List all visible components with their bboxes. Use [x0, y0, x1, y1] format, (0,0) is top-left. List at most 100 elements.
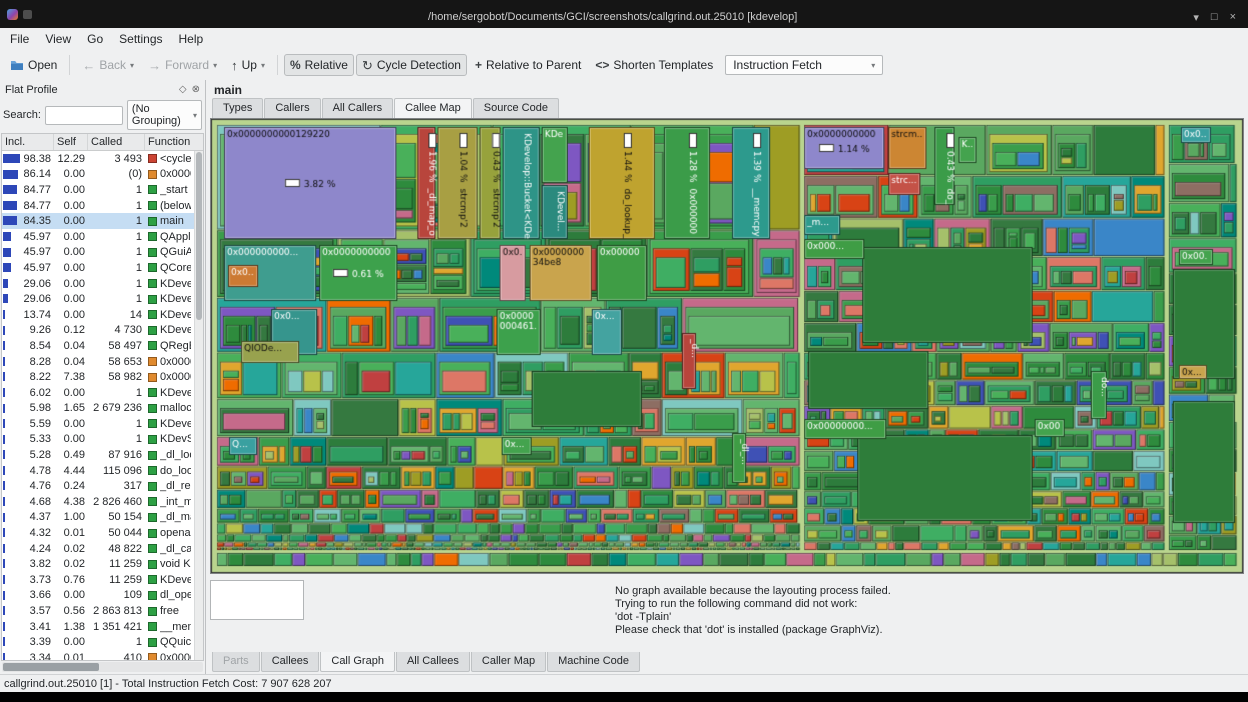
- table-row[interactable]: 5.28 0.49 87 916_dl_lookup...: [2, 447, 194, 463]
- function-icon: [148, 279, 157, 289]
- menu-help[interactable]: Help: [171, 29, 212, 49]
- table-row[interactable]: 3.82 0.02 11 259void KDev...: [2, 556, 194, 572]
- flat-profile-panel: Flat Profile ◇ ⊗ Search: (No Grouping) ▾…: [0, 80, 206, 674]
- table-row[interactable]: 3.57 0.56 2 863 813 free: [2, 603, 194, 619]
- table-row[interactable]: 5.33 0.00 1KDevSplasl...: [2, 432, 194, 448]
- self-cell: 0.00: [63, 230, 85, 243]
- up-dropdown-icon[interactable]: ▾: [261, 61, 265, 70]
- search-input[interactable]: [44, 105, 123, 125]
- tab-callee-map[interactable]: Callee Map: [394, 98, 472, 118]
- menu-settings[interactable]: Settings: [111, 29, 170, 49]
- selected-function-title: main: [214, 83, 243, 97]
- table-row[interactable]: 5.59 0.00 1KDevelop::...: [2, 416, 194, 432]
- close-icon[interactable]: ×: [1230, 11, 1236, 24]
- up-button[interactable]: ↑ Up ▾: [225, 54, 271, 76]
- tab-caller-map[interactable]: Caller Map: [470, 652, 547, 672]
- function-icon: [148, 590, 157, 600]
- table-row[interactable]: 45.97 0.00 1QGuiApplic...: [2, 245, 194, 261]
- tab-types[interactable]: Types: [212, 98, 264, 118]
- table-row[interactable]: 4.68 4.38 2 826 460_int_mallo...: [2, 494, 194, 510]
- tab-source-code[interactable]: Source Code: [472, 98, 559, 118]
- table-row[interactable]: 6.02 0.00 1KDevelop::...: [2, 385, 194, 401]
- function-icon: [148, 294, 157, 304]
- table-row[interactable]: 86.14 0.00 (0)0x0000000...: [2, 167, 194, 183]
- table-row[interactable]: 13.74 0.00 14KDevelop::...: [2, 307, 194, 323]
- forward-button[interactable]: → Forward ▾: [142, 54, 223, 76]
- relative-to-parent-button[interactable]: + Relative to Parent: [469, 54, 587, 76]
- self-cell: 0.00: [63, 183, 85, 196]
- table-row[interactable]: 8.22 7.38 58 9820x0000000...: [2, 369, 194, 385]
- tab-all-callers[interactable]: All Callers: [321, 98, 394, 118]
- table-row[interactable]: 8.28 0.04 58 6530x0000000...: [2, 354, 194, 370]
- menu-go[interactable]: Go: [79, 29, 111, 49]
- self-cell: 1.65: [63, 402, 85, 415]
- tab-call-graph[interactable]: Call Graph: [320, 652, 395, 672]
- tab-all-callees[interactable]: All Callees: [395, 652, 470, 672]
- self-cell: 0.00: [63, 417, 85, 430]
- table-row[interactable]: 4.37 1.00 50 154_dl_map_o...: [2, 510, 194, 526]
- event-type-combobox[interactable]: Instruction Fetch ▾: [725, 55, 884, 75]
- float-panel-icon[interactable]: ◇: [179, 84, 187, 95]
- menu-view[interactable]: View: [37, 29, 79, 49]
- column-header-incl[interactable]: Incl.: [2, 134, 54, 150]
- table-row[interactable]: 45.97 0.00 1QCoreAppl...: [2, 260, 194, 276]
- self-cell: 0.76: [63, 573, 85, 586]
- self-cell: 7.38: [63, 371, 85, 384]
- table-row[interactable]: 8.54 0.04 58 497QRegExp::...: [2, 338, 194, 354]
- table-row[interactable]: 84.77 0.00 1 _start: [2, 182, 194, 198]
- cycle-detection-toggle-button[interactable]: ↻ Cycle Detection: [355, 54, 467, 76]
- minimize-icon[interactable]: ▾: [1193, 11, 1199, 24]
- column-header-self[interactable]: Self: [54, 134, 88, 150]
- back-button[interactable]: ← Back ▾: [76, 54, 140, 76]
- table-row[interactable]: 3.66 0.00 109dl_open_w...: [2, 588, 194, 604]
- table-row[interactable]: 3.39 0.00 1QQuickVie...: [2, 634, 194, 650]
- table-row[interactable]: 9.26 0.12 4 730KDevelop::...: [2, 323, 194, 339]
- function-cell: malloc: [145, 401, 194, 417]
- close-panel-icon[interactable]: ⊗: [192, 84, 200, 95]
- table-row[interactable]: 4.32 0.01 50 044openaux: [2, 525, 194, 541]
- table-row[interactable]: 29.06 0.00 1KDevelop::...: [2, 291, 194, 307]
- column-header-function[interactable]: Function: [145, 134, 203, 150]
- scrollbar-thumb[interactable]: [3, 663, 99, 671]
- table-row[interactable]: 4.24 0.02 48 822_dl_catch_...: [2, 541, 194, 557]
- table-row[interactable]: 3.41 1.38 1 351 421__memcpy...: [2, 619, 194, 635]
- called-cell: 1: [135, 230, 142, 243]
- table-row[interactable]: 5.98 1.65 2 679 236 malloc: [2, 401, 194, 417]
- forward-dropdown-icon[interactable]: ▾: [213, 61, 217, 70]
- vertical-scrollbar[interactable]: [194, 151, 203, 660]
- grouping-combobox[interactable]: (No Grouping) ▾: [126, 100, 202, 130]
- open-button[interactable]: Open: [4, 54, 63, 76]
- window-titlebar[interactable]: /home/sergobot/Documents/GCI/screenshots…: [0, 0, 1248, 28]
- self-cell: 12.29: [57, 152, 85, 165]
- incl-cell: 86.14: [2, 167, 54, 183]
- table-row[interactable]: 3.34 0.01 4100x0000000...: [2, 650, 194, 660]
- function-icon: [148, 575, 157, 585]
- function-icon: [148, 388, 157, 398]
- relative-toggle-button[interactable]: % Relative: [283, 54, 354, 76]
- horizontal-scrollbar[interactable]: [2, 662, 203, 672]
- table-row[interactable]: 4.78 4.44 115 096do_lookup...: [2, 463, 194, 479]
- function-cell: _dl_lookup...: [145, 447, 194, 463]
- incl-cell: 8.54: [2, 338, 54, 354]
- menu-file[interactable]: File: [2, 29, 37, 49]
- called-cell: 317: [123, 480, 142, 493]
- tab-machine-code[interactable]: Machine Code: [547, 652, 641, 672]
- table-row[interactable]: 4.76 0.24 317_dl_relocat...: [2, 478, 194, 494]
- tab-callees[interactable]: Callees: [260, 652, 320, 672]
- callee-map-treemap[interactable]: [211, 119, 1243, 573]
- table-row[interactable]: 45.97 0.00 1QApplicati...: [2, 229, 194, 245]
- cost-bar: [3, 341, 5, 351]
- maximize-icon[interactable]: □: [1211, 11, 1218, 24]
- table-row[interactable]: 29.06 0.00 1KDevelop::...: [2, 276, 194, 292]
- function-icon: [148, 637, 157, 647]
- called-cell: 115 096: [103, 464, 142, 477]
- column-header-called[interactable]: Called: [88, 134, 145, 150]
- back-dropdown-icon[interactable]: ▾: [130, 61, 134, 70]
- table-row[interactable]: 84.35 0.00 1 main: [2, 213, 194, 229]
- table-row[interactable]: 3.73 0.76 11 259KDevelop::...: [2, 572, 194, 588]
- table-row[interactable]: 84.77 0.00 1(below mai...: [2, 198, 194, 214]
- scrollbar-thumb[interactable]: [196, 152, 202, 320]
- shorten-templates-button[interactable]: <> Shorten Templates: [589, 54, 719, 76]
- tab-callers[interactable]: Callers: [264, 98, 321, 118]
- table-row[interactable]: 98.3812.29 3 493<cycle 42>: [2, 151, 194, 167]
